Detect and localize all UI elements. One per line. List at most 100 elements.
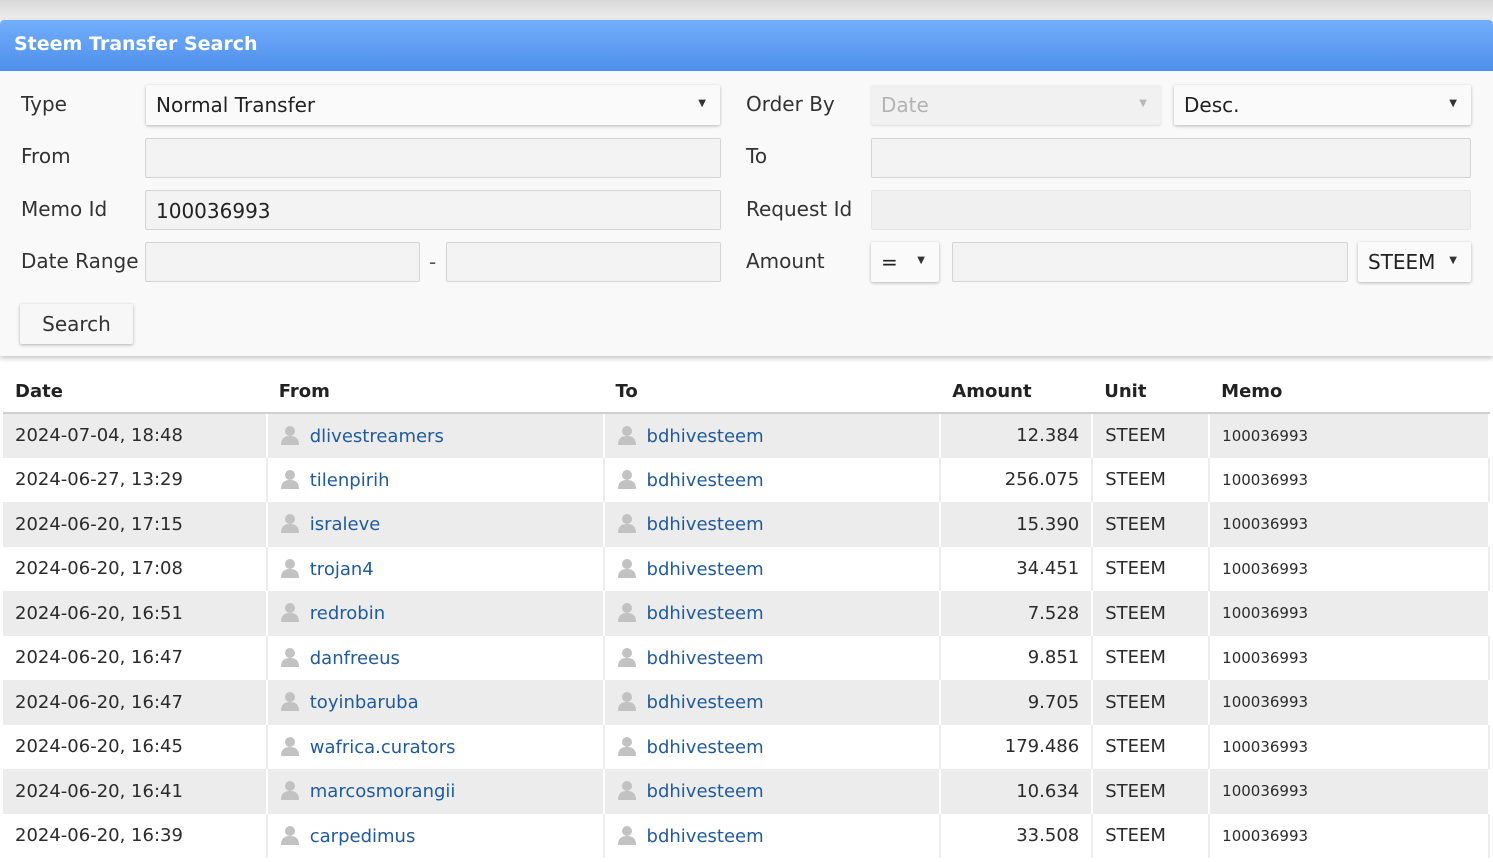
type-select[interactable]: Normal Transfer ▼ [146, 85, 720, 125]
table-row: 2024-06-20, 17:08 trojan4 bdhivesteem 34… [3, 546, 1490, 591]
user-icon [617, 736, 636, 756]
date-range-label: Date Range [21, 249, 139, 273]
cell-amount: 9.705 [940, 680, 1094, 725]
to-user-link[interactable]: bdhivesteem [647, 470, 764, 491]
cell-from: israleve [266, 502, 605, 547]
cell-from: marcosmorangii [266, 769, 605, 814]
order-direction-select[interactable]: Desc. ▼ [1174, 85, 1471, 125]
column-header-to[interactable]: To [603, 370, 941, 414]
order-by-select[interactable]: Date ▼ [871, 85, 1161, 125]
column-header-from[interactable]: From [266, 370, 604, 414]
cell-date: 2024-06-20, 16:41 [3, 769, 268, 814]
cell-unit: STEEM [1092, 769, 1211, 814]
cell-date: 2024-06-20, 16:47 [3, 635, 268, 680]
cell-from: danfreeus [266, 635, 605, 680]
cell-unit: STEEM [1092, 724, 1211, 769]
cell-from: toyinbaruba [266, 680, 605, 725]
cell-memo: 100036993 [1209, 813, 1490, 858]
column-header-memo[interactable]: Memo [1209, 370, 1489, 414]
cell-from: dlivestreamers [266, 413, 605, 458]
table-row: 2024-06-27, 13:29 tilenpirih bdhivesteem… [3, 457, 1490, 502]
cell-memo: 100036993 [1209, 546, 1490, 591]
amount-input[interactable] [952, 242, 1348, 282]
table-row: 2024-06-20, 16:41 marcosmorangii bdhives… [3, 769, 1490, 814]
table-row: 2024-06-20, 16:47 danfreeus bdhivesteem … [3, 635, 1490, 680]
order-by-label: Order By [746, 92, 835, 116]
user-icon [617, 692, 636, 712]
user-icon [280, 558, 299, 578]
request-id-input[interactable] [871, 190, 1471, 230]
cell-to: bdhivesteem [603, 635, 942, 680]
from-user-link[interactable]: trojan4 [310, 559, 374, 580]
to-user-link[interactable]: bdhivesteem [647, 826, 764, 847]
cell-unit: STEEM [1092, 680, 1211, 725]
cell-to: bdhivesteem [603, 680, 942, 725]
from-input[interactable] [145, 138, 721, 178]
cell-amount: 34.451 [940, 546, 1094, 591]
cell-memo: 100036993 [1209, 591, 1490, 636]
to-user-link[interactable]: bdhivesteem [647, 648, 764, 669]
from-user-link[interactable]: toyinbaruba [310, 692, 419, 713]
cell-amount: 15.390 [940, 502, 1094, 547]
date-end-input[interactable] [446, 242, 721, 282]
from-user-link[interactable]: marcosmorangii [310, 781, 456, 802]
top-strip [0, 0, 1493, 20]
from-user-link[interactable]: redrobin [310, 603, 385, 624]
chevron-down-icon: ▼ [917, 255, 925, 266]
cell-memo: 100036993 [1209, 680, 1490, 725]
cell-to: bdhivesteem [603, 769, 942, 814]
table-row: 2024-06-20, 16:39 carpedimus bdhivesteem… [3, 813, 1490, 858]
from-user-link[interactable]: dlivestreamers [310, 426, 444, 447]
to-user-link[interactable]: bdhivesteem [647, 781, 764, 802]
cell-date: 2024-06-20, 16:45 [3, 724, 268, 769]
table-row: 2024-06-20, 16:45 wafrica.curators bdhiv… [3, 724, 1490, 769]
user-icon [280, 736, 299, 756]
from-user-link[interactable]: israleve [310, 514, 381, 535]
column-header-date[interactable]: Date [3, 370, 267, 414]
cell-amount: 7.528 [940, 591, 1094, 636]
user-icon [617, 514, 636, 534]
amount-unit-value: STEEM [1368, 250, 1436, 274]
cell-unit: STEEM [1092, 457, 1211, 502]
cell-memo: 100036993 [1209, 413, 1490, 458]
cell-memo: 100036993 [1209, 769, 1490, 814]
user-icon [617, 603, 636, 623]
user-icon [280, 692, 299, 712]
from-user-link[interactable]: wafrica.curators [310, 737, 456, 758]
date-range-separator: - [429, 250, 437, 274]
column-header-unit[interactable]: Unit [1092, 370, 1210, 414]
amount-operator-select[interactable]: = ▼ [871, 242, 939, 282]
cell-date: 2024-06-20, 16:39 [3, 813, 268, 858]
user-icon [280, 603, 299, 623]
results-table: Date From To Amount Unit Memo 2024-07-04… [3, 370, 1490, 858]
cell-to: bdhivesteem [603, 813, 942, 858]
to-user-link[interactable]: bdhivesteem [647, 737, 764, 758]
search-button[interactable]: Search [20, 304, 133, 344]
from-user-link[interactable]: danfreeus [310, 648, 400, 669]
to-input[interactable] [871, 138, 1471, 178]
cell-to: bdhivesteem [603, 413, 942, 458]
amount-unit-select[interactable]: STEEM ▼ [1358, 242, 1471, 282]
column-header-amount[interactable]: Amount [940, 370, 1093, 414]
cell-from: trojan4 [266, 546, 605, 591]
user-icon [617, 781, 636, 801]
memo-id-input[interactable]: 100036993 [145, 190, 721, 230]
user-icon [280, 825, 299, 845]
cell-unit: STEEM [1092, 591, 1211, 636]
to-user-link[interactable]: bdhivesteem [647, 559, 764, 580]
chevron-down-icon: ▼ [698, 98, 706, 109]
from-user-link[interactable]: carpedimus [310, 826, 416, 847]
chevron-down-icon: ▼ [1139, 98, 1147, 109]
to-user-link[interactable]: bdhivesteem [647, 603, 764, 624]
to-user-link[interactable]: bdhivesteem [647, 426, 764, 447]
to-user-link[interactable]: bdhivesteem [647, 692, 764, 713]
from-user-link[interactable]: tilenpirih [310, 470, 390, 491]
cell-unit: STEEM [1092, 813, 1211, 858]
cell-amount: 33.508 [940, 813, 1094, 858]
to-user-link[interactable]: bdhivesteem [647, 514, 764, 535]
cell-unit: STEEM [1092, 635, 1211, 680]
cell-memo: 100036993 [1209, 502, 1490, 547]
cell-to: bdhivesteem [603, 502, 942, 547]
cell-to: bdhivesteem [603, 546, 942, 591]
date-start-input[interactable] [145, 242, 420, 282]
